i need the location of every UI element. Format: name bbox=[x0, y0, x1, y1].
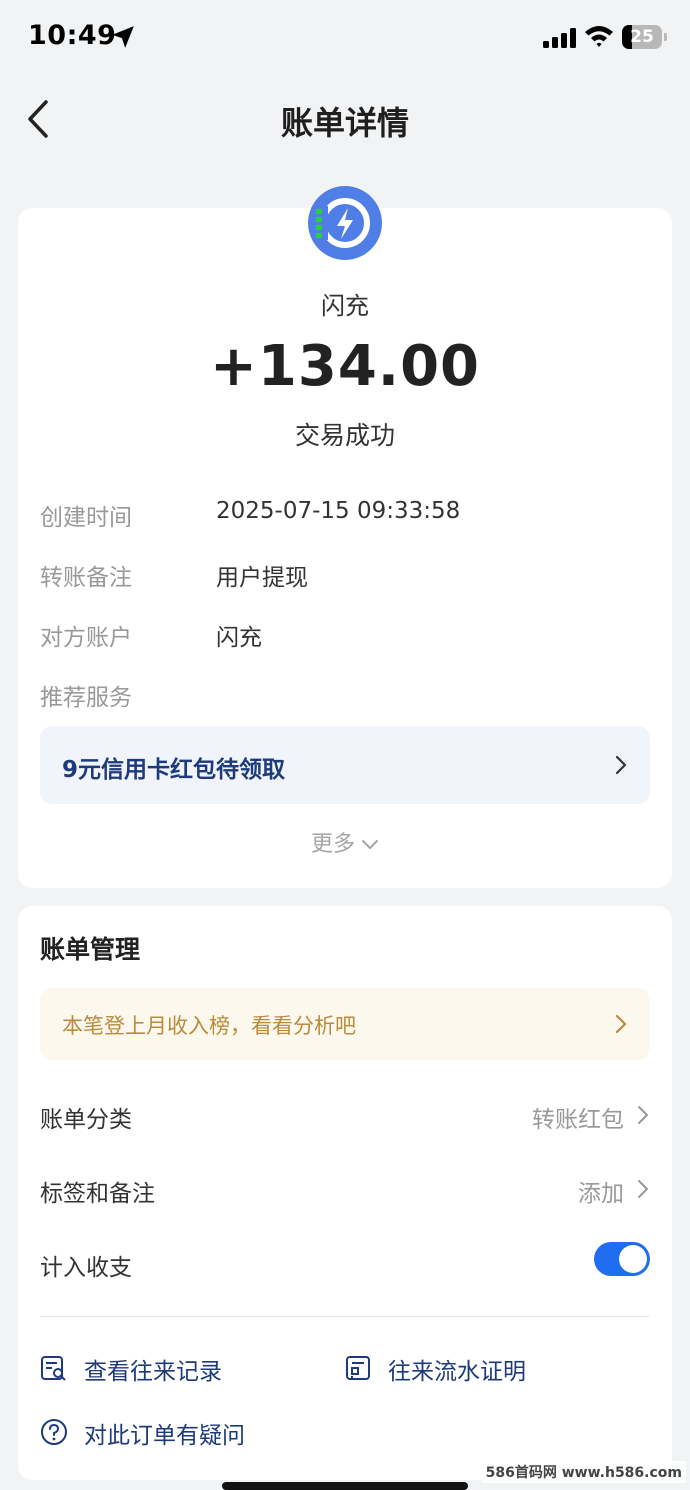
setting-value: 转账红包 bbox=[532, 1107, 624, 1133]
info-label: 创建时间 bbox=[40, 505, 132, 531]
search-record-icon bbox=[41, 1356, 66, 1381]
credit-card-promo-banner[interactable]: 9元信用卡红包待领取 bbox=[40, 726, 650, 804]
setting-label: 标签和备注 bbox=[40, 1181, 155, 1207]
action-label: 对此订单有疑问 bbox=[84, 1423, 245, 1449]
info-label: 转账备注 bbox=[40, 565, 132, 591]
view-history-link[interactable]: 查看往来记录 bbox=[40, 1352, 300, 1392]
toggle-knob bbox=[619, 1245, 647, 1273]
setting-value: 添加 bbox=[578, 1181, 624, 1207]
order-question-link[interactable]: 对此订单有疑问 bbox=[40, 1416, 340, 1456]
bill-management-card: 账单管理 本笔登上月收入榜，看看分析吧 账单分类 转账红包 标签和备注 添加 计… bbox=[18, 906, 672, 1480]
chevron-down-icon bbox=[362, 840, 378, 849]
status-time: 10:49 bbox=[28, 20, 117, 51]
chevron-right-icon bbox=[638, 1106, 648, 1124]
cellular-signal-icon bbox=[543, 28, 576, 48]
more-toggle[interactable]: 更多 bbox=[18, 826, 672, 858]
wifi-icon bbox=[585, 26, 613, 47]
transaction-amount: +134.00 bbox=[209, 334, 481, 399]
certificate-icon bbox=[346, 1356, 370, 1380]
battery-indicator: 25 bbox=[622, 25, 667, 49]
count-in-budget-toggle[interactable] bbox=[594, 1242, 650, 1276]
insight-text: 本笔登上月收入榜，看看分析吧 bbox=[62, 1014, 356, 1038]
action-label: 查看往来记录 bbox=[84, 1359, 222, 1385]
section-title: 账单管理 bbox=[40, 935, 141, 964]
watermark-text: 586首码网 www.h586.com bbox=[481, 1461, 686, 1483]
transaction-certificate-link[interactable]: 往来流水证明 bbox=[344, 1352, 604, 1392]
count-in-budget-row: 计入收支 bbox=[40, 1242, 650, 1292]
home-indicator bbox=[222, 1482, 468, 1490]
location-arrow-icon bbox=[112, 26, 134, 48]
bill-category-row[interactable]: 账单分类 转账红包 bbox=[40, 1100, 650, 1144]
setting-label: 计入收支 bbox=[40, 1255, 132, 1281]
chevron-right-icon bbox=[615, 1014, 627, 1034]
promo-text: 9元信用卡红包待领取 bbox=[62, 757, 286, 783]
transaction-status: 交易成功 bbox=[294, 421, 395, 450]
income-ranking-banner[interactable]: 本笔登上月收入榜，看看分析吧 bbox=[40, 988, 650, 1060]
status-bar: 10:49 25 bbox=[0, 0, 690, 76]
bill-detail-card: 闪充 +134.00 交易成功 创建时间 2025-07-15 09:33:58… bbox=[18, 186, 672, 888]
page-title: 账单详情 bbox=[280, 104, 409, 142]
nav-bar: 账单详情 bbox=[0, 80, 690, 160]
tags-notes-row[interactable]: 标签和备注 添加 bbox=[40, 1174, 650, 1218]
battery-body: 25 bbox=[622, 25, 662, 49]
flash-charge-logo-icon bbox=[308, 186, 382, 260]
info-value: 闪充 bbox=[216, 625, 262, 651]
merchant-name: 闪充 bbox=[321, 292, 369, 320]
divider bbox=[40, 1316, 650, 1317]
chevron-right-icon bbox=[615, 755, 627, 775]
info-label: 对方账户 bbox=[40, 625, 132, 651]
action-label: 往来流水证明 bbox=[388, 1359, 526, 1385]
info-value: 2025-07-15 09:33:58 bbox=[216, 498, 461, 524]
battery-percent: 25 bbox=[630, 27, 654, 47]
question-circle-icon bbox=[41, 1419, 67, 1445]
more-label: 更多 bbox=[310, 832, 355, 857]
info-value: 用户提现 bbox=[216, 565, 308, 591]
battery-cap bbox=[664, 33, 667, 41]
setting-label: 账单分类 bbox=[40, 1107, 132, 1133]
chevron-right-icon bbox=[638, 1180, 648, 1198]
info-label: 推荐服务 bbox=[40, 685, 132, 711]
